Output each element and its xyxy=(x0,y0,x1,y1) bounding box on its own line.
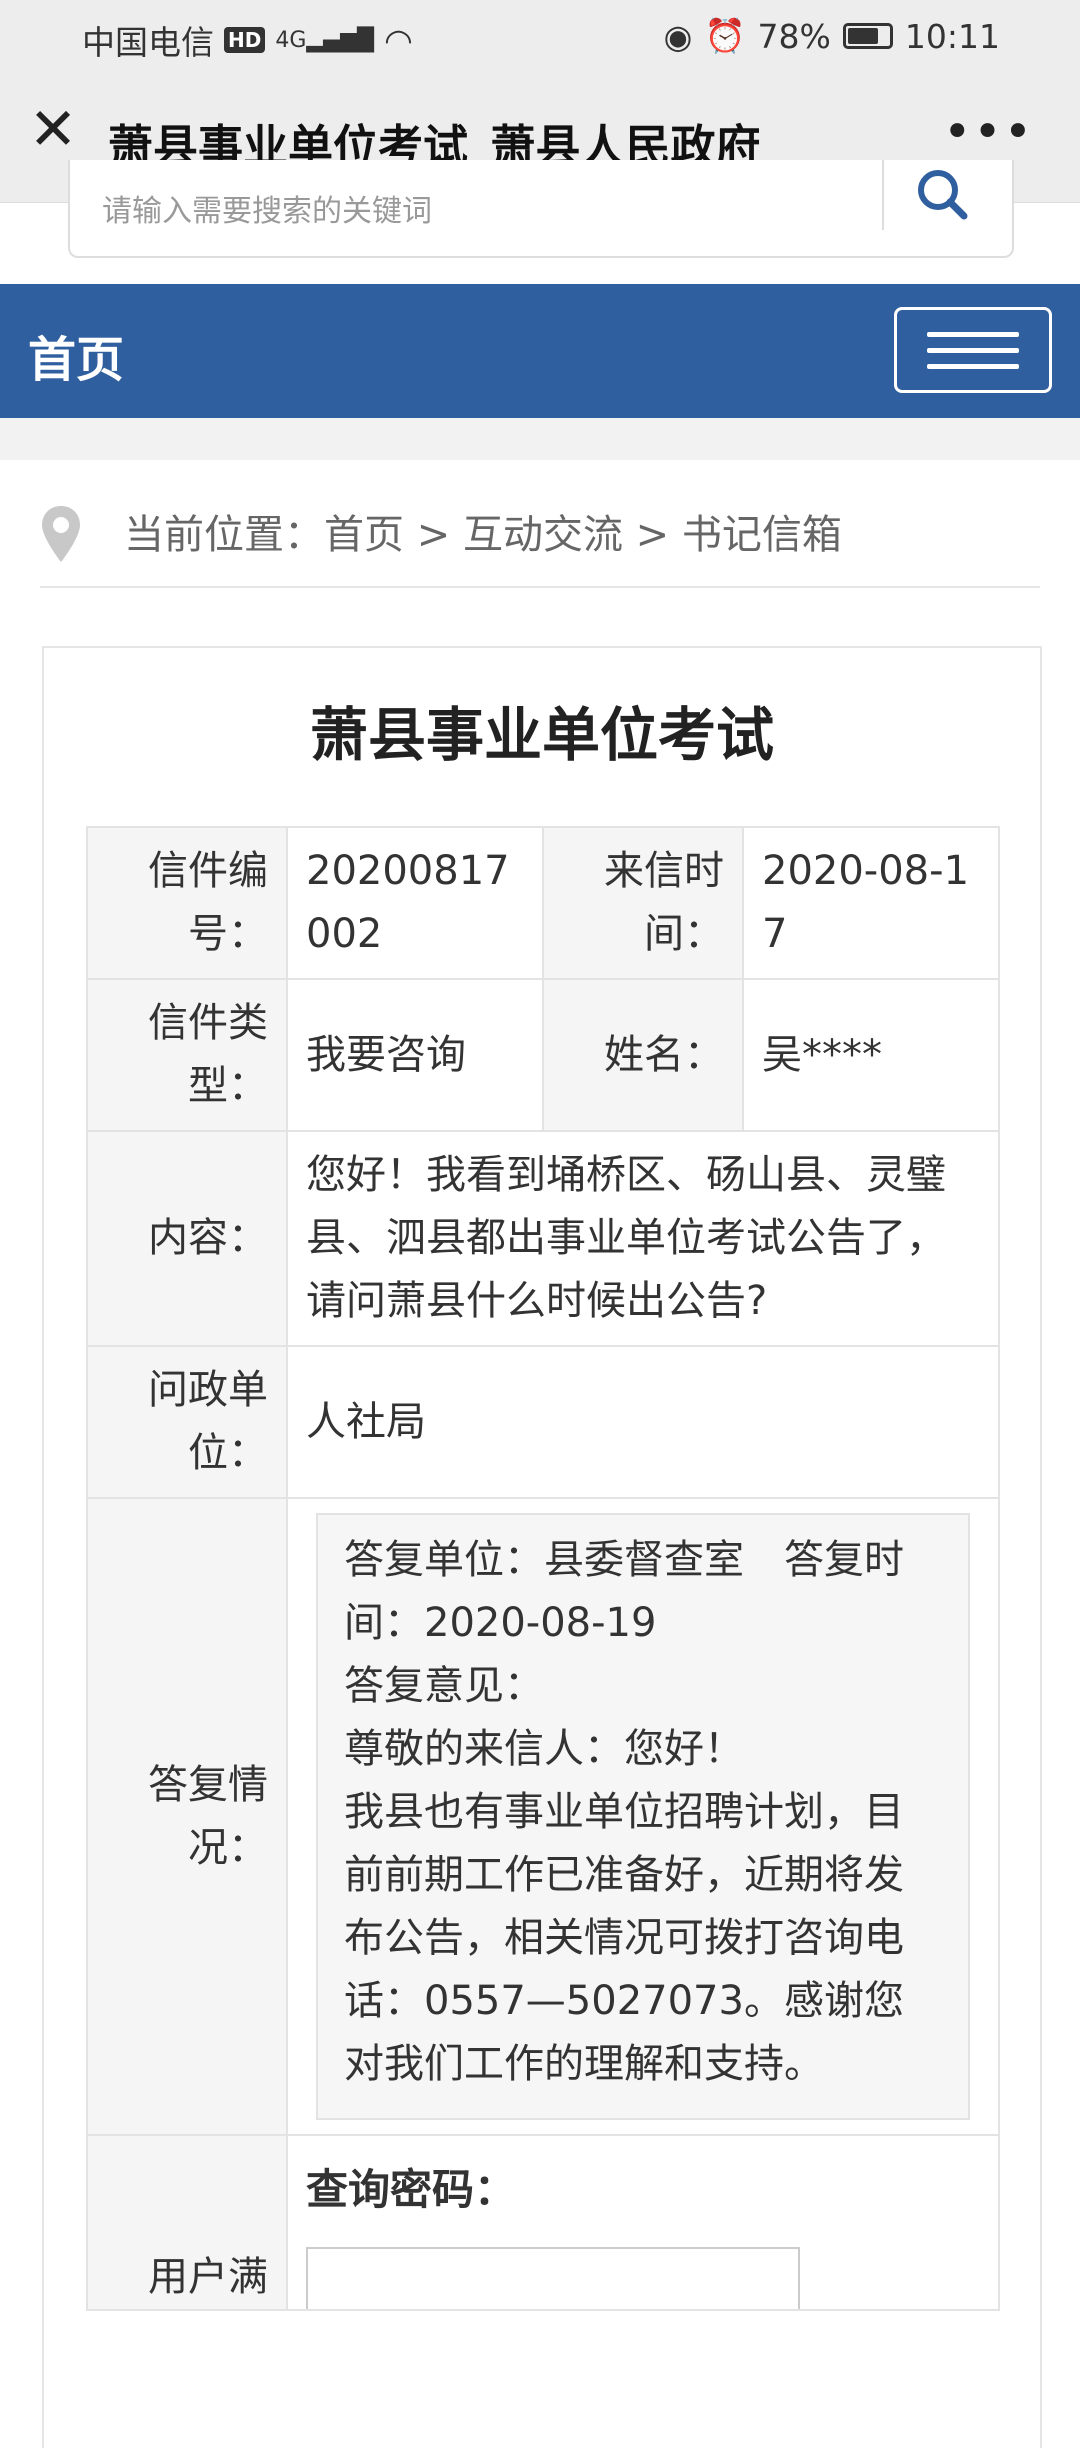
status-bar: 中国电信 HD 4G▂▄▆█ ◠ ◉ ⏰ 78% 10:11 xyxy=(0,0,1080,72)
reply-body: 我县也有事业单位招聘计划，目前前期工作已准备好，近期将发布公告，相关情况可拨打咨… xyxy=(344,1789,904,2087)
carrier-label: 中国电信 xyxy=(82,23,214,62)
query-password-label: 查询密码： xyxy=(306,2165,517,2214)
menu-bar-icon xyxy=(927,364,1019,369)
location-pin-icon xyxy=(42,506,80,562)
search-divider xyxy=(882,160,884,230)
name-label: 姓名： xyxy=(542,978,744,1132)
menu-toggle-button[interactable] xyxy=(894,307,1052,393)
content-label: 内容： xyxy=(86,1130,288,1347)
letter-card: 萧县事业单位考试 信件编号： 20200817002 来信时间： 2020-08… xyxy=(42,646,1042,2448)
user-eval-label: 用户满 xyxy=(86,2134,288,2311)
wifi-icon: ◠ xyxy=(384,20,413,60)
reply-header: 答复单位：县委督查室 答复时间：2020-08-19 xyxy=(344,1537,904,1646)
signal-icon: 4G▂▄▆█ xyxy=(275,27,375,53)
clock: 10:11 xyxy=(904,16,1000,56)
table-row: 答复情况： 答复单位：县委督查室 答复时间：2020-08-19 答复意见： 尊… xyxy=(86,1497,1000,2136)
name-value: 吴**** xyxy=(742,978,1000,1132)
nav-home-link[interactable]: 首页 xyxy=(28,320,124,390)
reply-opinion-label: 答复意见： xyxy=(344,1663,544,1709)
unit-label: 问政单位： xyxy=(86,1345,288,1499)
hd-icon: HD xyxy=(224,27,266,53)
search-input[interactable]: 请输入需要搜索的关键词 xyxy=(102,186,432,230)
reply-greeting: 尊敬的来信人：您好！ xyxy=(344,1726,744,1772)
unit-value: 人社局 xyxy=(286,1345,1000,1499)
letter-time-value: 2020-08-17 xyxy=(742,826,1000,980)
table-row: 内容： 您好！我看到埇桥区、砀山县、灵璧县、泗县都出事业单位考试公告了，请问萧县… xyxy=(86,1130,1000,1347)
menu-bar-icon xyxy=(927,332,1019,337)
breadcrumb: 当前位置：首页 > 互动交流 > 书记信箱 xyxy=(40,496,1040,588)
table-row: 用户满 查询密码： xyxy=(86,2134,1000,2311)
table-row: 信件编号： 20200817002 来信时间： 2020-08-17 xyxy=(86,826,1000,980)
letter-no-value: 20200817002 xyxy=(286,826,544,980)
battery-icon xyxy=(842,23,893,49)
letter-type-label: 信件类型： xyxy=(86,978,288,1132)
close-icon[interactable]: ✕ xyxy=(26,100,80,158)
content-value: 您好！我看到埇桥区、砀山县、灵璧县、泗县都出事业单位考试公告了，请问萧县什么时候… xyxy=(286,1130,1000,1347)
breadcrumb-text[interactable]: 当前位置：首页 > 互动交流 > 书记信箱 xyxy=(124,502,842,560)
reply-cell: 答复单位：县委督查室 答复时间：2020-08-19 答复意见： 尊敬的来信人：… xyxy=(286,1497,1000,2136)
more-icon[interactable]: ••• xyxy=(943,104,1034,160)
letter-info-table: 信件编号： 20200817002 来信时间： 2020-08-17 信件类型：… xyxy=(86,826,1000,2311)
battery-percent: 78% xyxy=(757,16,831,56)
menu-bar-icon xyxy=(927,348,1019,353)
query-password-cell: 查询密码： xyxy=(286,2134,1000,2311)
reply-label: 答复情况： xyxy=(86,1497,288,2136)
letter-type-value: 我要咨询 xyxy=(286,978,544,1132)
letter-no-label: 信件编号： xyxy=(86,826,288,980)
letter-time-label: 来信时间： xyxy=(542,826,744,980)
divider-strip xyxy=(0,418,1080,460)
nav-bar: 首页 xyxy=(0,284,1080,418)
table-row: 问政单位： 人社局 xyxy=(86,1345,1000,1499)
network-type: 4G xyxy=(275,27,307,53)
article-title: 萧县事业单位考试 xyxy=(309,701,774,769)
search-icon[interactable] xyxy=(914,166,970,222)
query-password-input[interactable] xyxy=(306,2247,800,2309)
search-bar[interactable]: 请输入需要搜索的关键词 xyxy=(68,160,1014,258)
alarm-icon: ⏰ xyxy=(704,16,746,55)
reply-box: 答复单位：县委督查室 答复时间：2020-08-19 答复意见： 尊敬的来信人：… xyxy=(316,1513,970,2120)
eye-icon: ◉ xyxy=(663,16,693,56)
table-row: 信件类型： 我要咨询 姓名： 吴**** xyxy=(86,978,1000,1132)
